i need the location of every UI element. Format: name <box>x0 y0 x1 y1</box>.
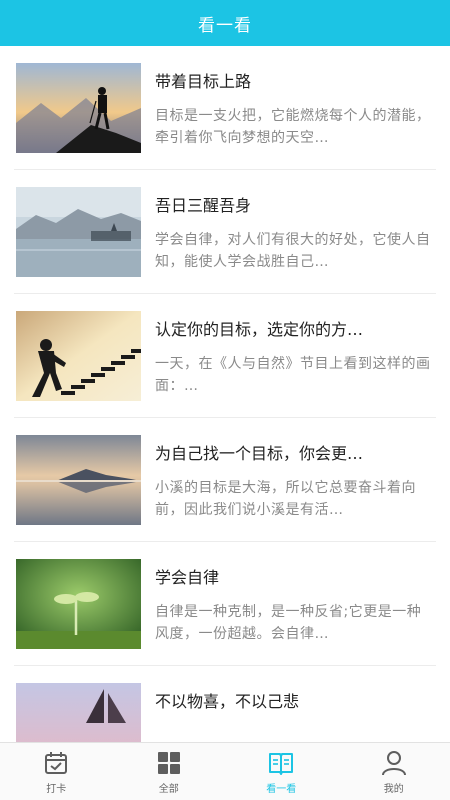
bottom-tab-bar: 打卡 全部 看一看 我的 <box>0 742 450 800</box>
tab-all[interactable]: 全部 <box>113 743 226 800</box>
tab-checkin[interactable]: 打卡 <box>0 743 113 800</box>
tab-label: 我的 <box>383 783 404 795</box>
book-icon <box>269 752 294 775</box>
page-title-bar: 看一看 <box>0 0 450 46</box>
article-thumbnail <box>16 311 141 401</box>
article-thumbnail <box>16 187 141 277</box>
article-title: 为自己找一个目标，你会更… <box>155 444 364 463</box>
tab-label: 看一看 <box>266 783 297 795</box>
article-description: 自律是一种克制，是一种反省;它更是一种风度，一份超越。会自律… <box>155 604 422 642</box>
article-description <box>155 725 435 743</box>
calendar-check-icon <box>45 751 68 774</box>
article-title: 不以物喜，不以己悲 <box>155 692 300 711</box>
article-item[interactable]: 带着目标上路 目标是一支火把，它能燃烧每个人的潜能，牵引着你飞向梦想的天空… <box>14 46 436 170</box>
tab-label: 全部 <box>158 783 179 795</box>
article-title: 吾日三醒吾身 <box>155 196 252 215</box>
article-title: 认定你的目标，选定你的方… <box>155 320 364 339</box>
article-title: 带着目标上路 <box>155 72 252 91</box>
article-item[interactable]: 为自己找一个目标，你会更… 小溪的目标是大海，所以它总要奋斗着向前，因此我们说小… <box>14 418 436 542</box>
grid-icon <box>157 751 180 774</box>
article-thumbnail <box>16 683 141 743</box>
article-item[interactable]: 认定你的目标，选定你的方… 一天，在《人与自然》节目上看到这样的画面：… <box>14 294 436 418</box>
article-title: 学会自律 <box>155 568 220 587</box>
article-item[interactable]: 吾日三醒吾身 学会自律，对人们有很大的好处，它使人自知，能使人学会战胜自己… <box>14 170 436 294</box>
tab-look[interactable]: 看一看 <box>225 743 338 800</box>
article-thumbnail <box>16 63 141 153</box>
article-thumbnail <box>16 559 141 649</box>
article-description: 一天，在《人与自然》节目上看到这样的画面：… <box>155 356 431 394</box>
user-icon <box>381 750 406 775</box>
article-thumbnail <box>16 435 141 525</box>
article-description: 学会自律，对人们有很大的好处，它使人自知，能使人学会战胜自己… <box>155 232 431 270</box>
tab-label: 打卡 <box>46 783 67 795</box>
article-item[interactable]: 学会自律 自律是一种克制，是一种反省;它更是一种风度，一份超越。会自律… <box>14 542 436 666</box>
tab-mine[interactable]: 我的 <box>338 743 450 800</box>
article-list[interactable]: 带着目标上路 目标是一支火把，它能燃烧每个人的潜能，牵引着你飞向梦想的天空… 吾… <box>0 46 450 743</box>
page-title: 看一看 <box>198 15 252 36</box>
article-description: 目标是一支火把，它能燃烧每个人的潜能，牵引着你飞向梦想的天空… <box>155 108 431 146</box>
article-item[interactable]: 不以物喜，不以己悲 <box>14 666 436 743</box>
article-description: 小溪的目标是大海，所以它总要奋斗着向前，因此我们说小溪是有活… <box>155 480 416 518</box>
